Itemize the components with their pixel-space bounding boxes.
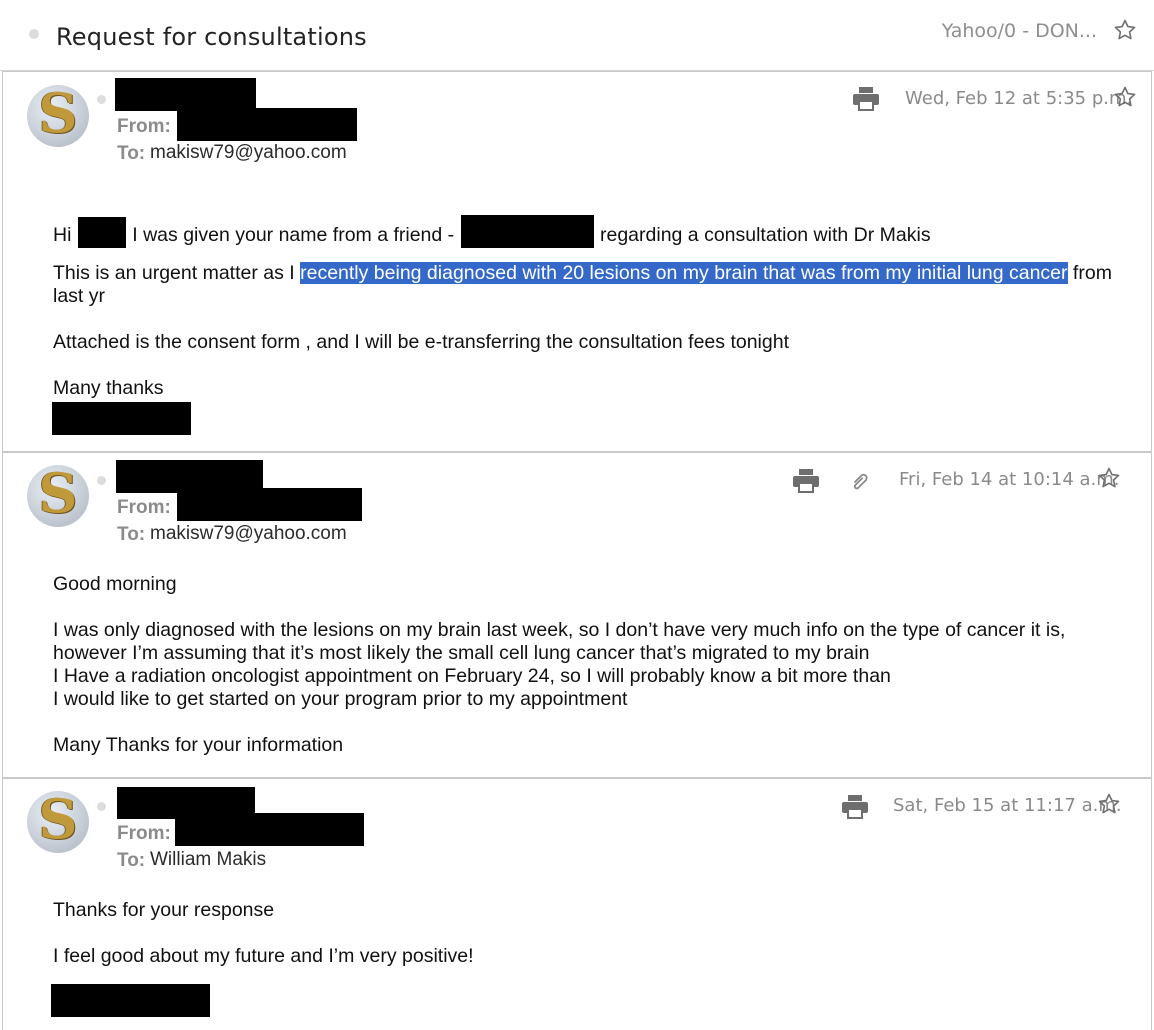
folder-label[interactable]: Yahoo/0 - DON... bbox=[942, 20, 1097, 42]
body-line: This is an urgent matter as I recently b… bbox=[53, 262, 1112, 284]
body-line: Attached is the consent form , and I wil… bbox=[53, 331, 789, 353]
body-line: I feel good about my future and I’m very… bbox=[53, 945, 474, 967]
star-icon[interactable] bbox=[1097, 466, 1121, 490]
to-label: To: bbox=[117, 524, 146, 545]
paperclip-icon[interactable] bbox=[848, 470, 872, 494]
to-label: To: bbox=[117, 143, 146, 164]
signature-redacted bbox=[52, 402, 191, 435]
message-card: S From: To: makisw79@yahoo.com Fri, Feb … bbox=[2, 452, 1152, 778]
body-line: Many thanks bbox=[53, 377, 164, 399]
to-label: To: bbox=[117, 850, 146, 871]
from-email-redacted bbox=[175, 813, 364, 846]
from-label: From: bbox=[117, 823, 171, 844]
from-email-redacted bbox=[177, 108, 357, 141]
message-date: Wed, Feb 12 at 5:35 p.m. bbox=[905, 88, 1133, 109]
from-label: From: bbox=[117, 116, 171, 137]
star-icon[interactable] bbox=[1097, 792, 1121, 816]
thread-unread-dot bbox=[29, 29, 39, 39]
body-line: Thanks for your response bbox=[53, 899, 275, 921]
body-line: I Have a radiation oncologist appointmen… bbox=[53, 665, 891, 687]
to-address[interactable]: makisw79@yahoo.com bbox=[150, 523, 347, 545]
sender-name-redacted bbox=[115, 78, 256, 111]
printer-icon[interactable] bbox=[792, 468, 820, 494]
message-card: S From: To: William Makis Sat, Feb 15 at… bbox=[2, 778, 1152, 1030]
selected-text[interactable]: recently being diagnosed with 20 lesions… bbox=[300, 262, 1068, 284]
redacted-name bbox=[77, 217, 126, 248]
printer-icon[interactable] bbox=[852, 86, 880, 112]
avatar: S bbox=[27, 791, 89, 853]
body-line: I would like to get started on your prog… bbox=[53, 688, 628, 710]
message-card: S From: To: makisw79@yahoo.com Wed, Feb … bbox=[2, 71, 1152, 452]
unread-dot bbox=[97, 476, 106, 485]
body-line: however I’m assuming that it’s most like… bbox=[53, 642, 870, 664]
message-date: Fri, Feb 14 at 10:14 a.m. bbox=[899, 469, 1120, 490]
redacted-friend-name bbox=[460, 215, 594, 248]
body-line: I was only diagnosed with the lesions on… bbox=[53, 619, 1066, 641]
star-icon[interactable] bbox=[1113, 85, 1137, 109]
star-icon[interactable] bbox=[1113, 18, 1137, 42]
thread-title: Request for consultations bbox=[56, 23, 367, 51]
from-label: From: bbox=[117, 497, 171, 518]
signature-redacted bbox=[51, 984, 210, 1017]
printer-icon[interactable] bbox=[841, 794, 869, 820]
body-line: Many Thanks for your information bbox=[53, 734, 344, 756]
body-line: last yr bbox=[53, 285, 106, 307]
thread-header: Request for consultations Yahoo/0 - DON.… bbox=[0, 0, 1154, 71]
message-date: Sat, Feb 15 at 11:17 a.m. bbox=[893, 795, 1122, 816]
body-line: Hi I was given your name from a friend -… bbox=[53, 215, 931, 248]
unread-dot bbox=[97, 95, 106, 104]
to-address[interactable]: makisw79@yahoo.com bbox=[150, 142, 347, 164]
body-line: Good morning bbox=[53, 573, 177, 595]
avatar: S bbox=[27, 85, 89, 147]
unread-dot bbox=[97, 802, 106, 811]
to-recipient[interactable]: William Makis bbox=[150, 849, 266, 871]
from-email-redacted bbox=[177, 488, 362, 521]
avatar: S bbox=[27, 465, 89, 527]
